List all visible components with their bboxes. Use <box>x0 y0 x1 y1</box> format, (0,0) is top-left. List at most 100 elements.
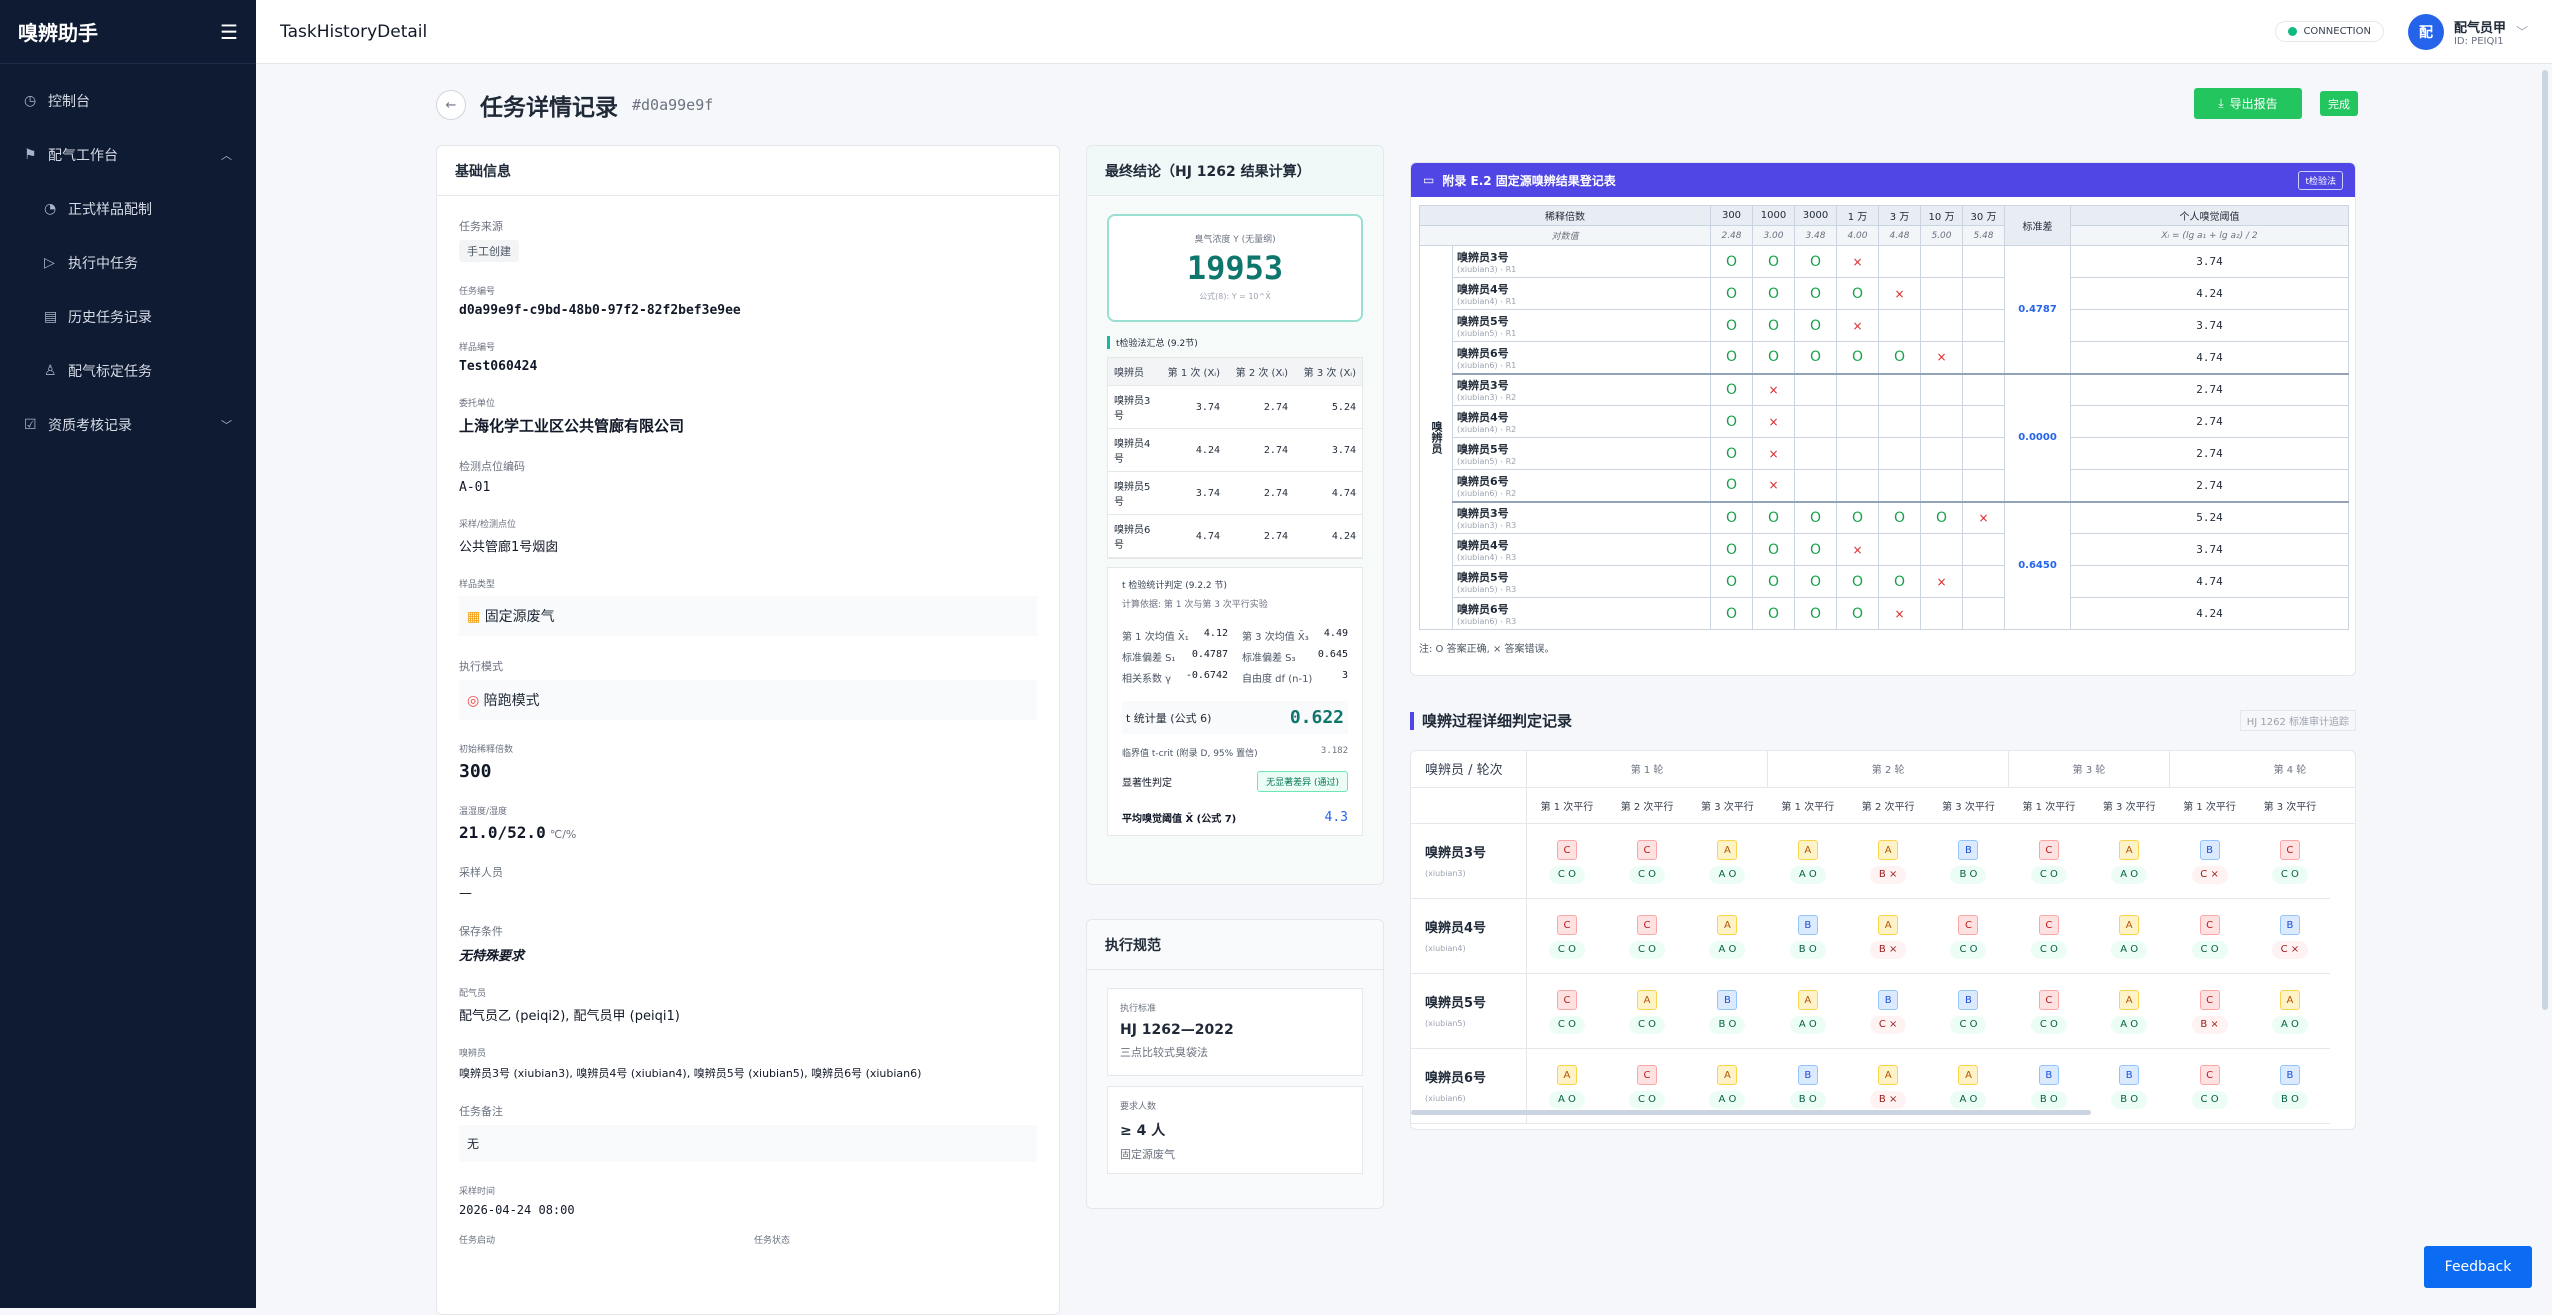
correct-mark: O <box>1710 245 1753 278</box>
table-cell: 嗅辨员3号 <box>1108 385 1158 429</box>
export-report-button[interactable]: ⤓ 导出报告 <box>2194 88 2302 119</box>
sidebar-item-label: 控制台 <box>48 94 90 110</box>
sidebar-item-history[interactable]: ▤ 历史任务记录 <box>0 290 256 344</box>
correct-mark: O <box>1752 277 1795 310</box>
wrong-mark: × <box>1836 245 1879 278</box>
basic-info-card: 基础信息 任务来源 手工创建 任务编号 d0a99e9f-c9bd-48b0-9… <box>436 145 1060 1315</box>
table-cell: 2.74 <box>1226 471 1294 515</box>
table-cell: 2.74 <box>1226 428 1294 472</box>
empty-cell <box>1836 405 1879 438</box>
round-header: 第 1 轮 <box>1526 751 1769 788</box>
dilution-col: 300 <box>1710 205 1753 226</box>
menu-icon[interactable]: ☰ <box>220 20 238 44</box>
correct-result: A O <box>1709 940 1746 959</box>
answer-chip: C <box>2038 839 2059 860</box>
correct-result: C O <box>2030 1015 2067 1034</box>
judge-cell: B B O <box>2249 1048 2331 1124</box>
sniffer-name: 嗅辨员4号 (xiubian4) - R2 <box>1452 405 1711 438</box>
wrong-mark: × <box>1836 533 1879 566</box>
register-header: ▭ 附录 E.2 固定源嗅辨结果登记表 t检验法 <box>1411 163 2355 197</box>
empty-cell <box>1920 405 1963 438</box>
concentration-value: 19953 <box>1186 249 1284 287</box>
correct-mark: O <box>1752 501 1795 534</box>
sidebar-item-running-tasks[interactable]: ▷ 执行中任务 <box>0 236 256 290</box>
register-note: 注: O 答案正确, × 答案错误。 <box>1419 644 1555 655</box>
sidebar-item-label: 配气标定任务 <box>68 364 152 380</box>
individual-threshold: 2.74 <box>2070 437 2349 470</box>
correct-result: C O <box>1629 1015 1666 1034</box>
wrong-result: B × <box>1870 1090 1907 1109</box>
answer-chip: B <box>2279 1064 2300 1085</box>
correct-mark: O <box>1710 277 1753 310</box>
register-table: 稀释倍数 300 1000 3000 1 万 3 万 10 万 30 万 标准差… <box>1419 205 2349 630</box>
judge-cell: A B × <box>1847 898 1929 974</box>
sidebar-item-calibration[interactable]: ♙ 配气标定任务 <box>0 344 256 398</box>
round-header: 第 4 轮 <box>2169 751 2355 788</box>
sniffer-name: 嗅辨员6号 (xiubian6) - R2 <box>1452 469 1711 502</box>
storage-condition: 无特殊要求 <box>459 949 525 964</box>
judge-cell: C C O <box>1526 973 1607 1049</box>
answer-chip: C <box>1556 839 1577 860</box>
checkbox-icon: ☑ <box>24 417 37 433</box>
dilution-col: 3000 <box>1794 205 1837 226</box>
concentration-label: 臭气浓度 Y (无量纲) <box>1194 235 1276 245</box>
chat-icon: ▭ <box>1423 173 1435 187</box>
table-row: 嗅辨员4号 4.24 2.74 3.74 <box>1108 428 1362 472</box>
correct-mark: O <box>1710 533 1753 566</box>
download-icon: ⤓ <box>2218 96 2224 110</box>
sidebar-item-formal-sample[interactable]: ◔ 正式样品配制 <box>0 182 256 236</box>
answer-chip: B <box>2119 1064 2140 1085</box>
sidebar-item-dashboard[interactable]: ◷ 控制台 <box>0 74 256 128</box>
correct-result: A O <box>2271 1015 2308 1034</box>
sidebar-item-label: 执行中任务 <box>68 256 138 272</box>
correct-mark: O <box>1710 405 1753 438</box>
basic-info-body: 任务来源 手工创建 任务编号 d0a99e9f-c9bd-48b0-97f2-8… <box>437 218 1059 1246</box>
answer-chip: A <box>2119 989 2140 1010</box>
chevron-down-icon: ﹀ <box>2515 25 2528 39</box>
back-button[interactable]: ← <box>436 90 466 120</box>
judge-cell: B B O <box>2089 1048 2170 1124</box>
field-label: 采样时间 <box>459 1187 496 1197</box>
user-menu[interactable]: 配 配气员甲 ID: PEIQI1 ﹀ <box>2407 13 2528 50</box>
table-cell: 4.24 <box>1158 428 1226 472</box>
table-row: 嗅辨员6号 4.74 2.74 4.24 <box>1108 514 1362 558</box>
answer-chip: A <box>1556 1064 1577 1085</box>
empty-cell <box>1962 341 2005 374</box>
sidebar-item-gas-workbench[interactable]: ⚑ 配气工作台 ︿ <box>0 128 256 182</box>
wrong-mark: × <box>1920 341 1963 374</box>
empty-cell <box>1878 533 1921 566</box>
correct-result: B O <box>1950 865 1987 884</box>
blank-header <box>1411 787 1528 824</box>
status-dot-icon <box>2288 27 2298 36</box>
horizontal-scrollbar[interactable] <box>1411 1110 2091 1115</box>
correct-result: B O <box>2030 1090 2067 1109</box>
sniffer-label: 嗅辨员6号 <box>1457 346 1509 360</box>
concentration-box: 臭气浓度 Y (无量纲) 19953 公式(8): Y = 10^X̄ <box>1107 214 1363 322</box>
field-label: 配气员 <box>459 989 487 999</box>
correct-result: A O <box>1709 865 1746 884</box>
correct-result: C O <box>1629 1090 1666 1109</box>
empty-cell <box>1836 437 1879 470</box>
judge-cell: B C O <box>1928 973 2009 1049</box>
initial-dilution: 300 <box>459 761 492 782</box>
field-label: 采样/检测点位 <box>459 520 517 530</box>
log-col: 3.00 <box>1752 225 1795 246</box>
correct-mark: O <box>1794 245 1837 278</box>
field-label: 任务编号 <box>459 287 496 297</box>
page-scrollbar[interactable] <box>2542 70 2548 1010</box>
sniffer-name: 嗅辨员3号 (xiubian3) - R3 <box>1452 501 1711 534</box>
stat-title: t 检验统计判定 (9.2.2 节) <box>1122 581 1228 591</box>
table-cell: 嗅辨员5号 <box>1108 471 1158 515</box>
individual-threshold: 2.74 <box>2070 405 2349 438</box>
answer-chip: A <box>1878 1064 1899 1085</box>
correct-mark: O <box>1710 565 1753 598</box>
parallel-header: 第 1 次平行 <box>1526 787 1607 824</box>
page-route-title: TaskHistoryDetail <box>280 21 428 42</box>
feedback-button[interactable]: Feedback <box>2424 1246 2532 1288</box>
standard-desc: 三点比较式臭袋法 <box>1120 1046 1208 1059</box>
register-tag: t检验法 <box>2298 170 2343 190</box>
requirement-desc: 固定源废气 <box>1120 1148 1175 1161</box>
answer-chip: C <box>1637 1064 1658 1085</box>
wrong-result: B × <box>1870 940 1907 959</box>
sidebar-item-qualification[interactable]: ☑ 资质考核记录 ﹀ <box>0 398 256 452</box>
